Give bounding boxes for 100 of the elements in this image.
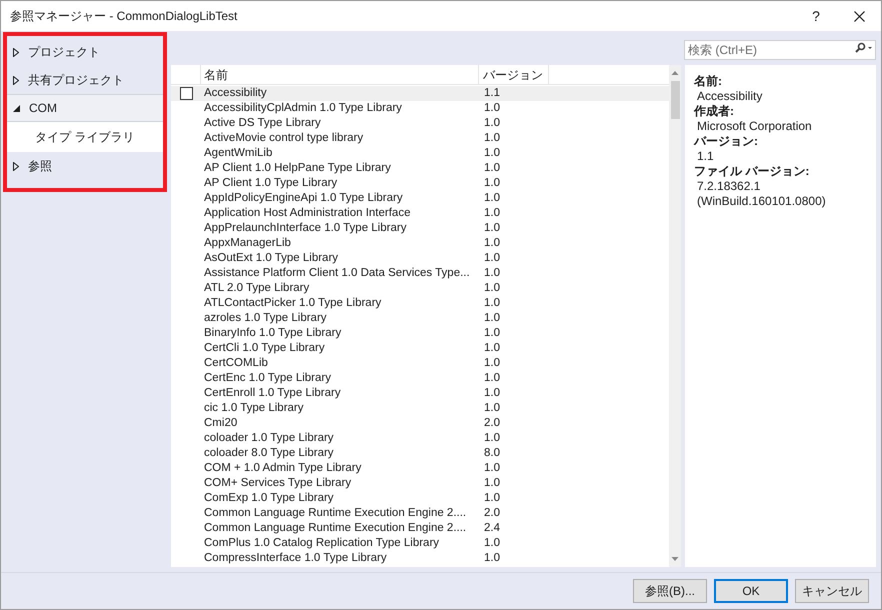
table-cell-text: AppxManagerLib [203, 236, 292, 251]
table-cell-text: Application Host Administration Interface [203, 206, 412, 221]
dialog-button[interactable]: OK [714, 579, 788, 603]
collapse-icon[interactable] [13, 104, 20, 112]
table-row[interactable]: Application Host Administration Interface 1.0 [171, 206, 669, 221]
checkbox[interactable] [180, 87, 192, 100]
table-cell-text: 1.0 [483, 236, 501, 251]
table-cell-text: Accessibility [203, 86, 268, 101]
table-row[interactable]: AppIdPolicyEngineApi 1.0 Type Library 1.0 [171, 191, 669, 206]
expand-icon[interactable] [13, 162, 19, 170]
table-row[interactable]: Cmi20 2.0 [171, 416, 669, 431]
table-cell-text: coloader 8.0 Type Library [203, 446, 335, 461]
tree-item[interactable]: タイプ ライブラリ [7, 122, 163, 152]
table-cell-text: 1.0 [483, 476, 501, 491]
table-row[interactable]: ComPlus 1.0 Catalog Replication Type Library 1.0 [171, 536, 669, 551]
table-cell-text: 1.0 [483, 161, 501, 176]
table-row[interactable]: ATL 2.0 Type Library 1.0 [171, 281, 669, 296]
table-row[interactable]: AgentWmiLib 1.0 [171, 146, 669, 161]
table-row[interactable]: Active DS Type Library 1.0 [171, 116, 669, 131]
table-row[interactable]: AP Client 1.0 HelpPane Type Library 1.0 [171, 161, 669, 176]
table-row[interactable]: AsOutExt 1.0 Type Library 1.0 [171, 251, 669, 266]
table-row[interactable]: CertEnroll 1.0 Type Library 1.0 [171, 386, 669, 401]
table-cell-text: CertCOMLib [203, 356, 269, 371]
table-row[interactable]: COM+ Services Type Library 1.0 [171, 476, 669, 491]
tree-item[interactable]: プロジェクト [7, 38, 163, 66]
column-header[interactable]: バージョン [479, 65, 549, 84]
table-row[interactable]: ComExp 1.0 Type Library 1.0 [171, 491, 669, 506]
search-icon[interactable] [853, 42, 873, 54]
table-row[interactable]: CertEnc 1.0 Type Library 1.0 [171, 371, 669, 386]
table-row[interactable]: CompressInterface 1.0 Type Library 1.0 [171, 551, 669, 566]
table-row[interactable]: ATLContactPicker 1.0 Type Library 1.0 [171, 296, 669, 311]
table-cell-text: Assistance Platform Client 1.0 Data Services Type... [203, 266, 471, 281]
table-cell-text: CertEnroll 1.0 Type Library [203, 386, 342, 401]
table-row[interactable]: CertCOMLib 1.0 [171, 356, 669, 371]
table-row[interactable]: AppxManagerLib 1.0 [171, 236, 669, 251]
table-cell-text: CertEnc 1.0 Type Library [203, 371, 332, 386]
scroll-thumb[interactable] [670, 81, 680, 119]
table-cell-text: 1.0 [483, 491, 501, 506]
table-cell-text: 1.0 [483, 221, 501, 236]
column-header[interactable]: 名前 [201, 65, 479, 84]
tree-item[interactable]: 参照 [7, 152, 163, 180]
table-row[interactable]: Common Language Runtime Execution Engine 2.... 2.0 [171, 506, 669, 521]
table-row[interactable]: cic 1.0 Type Library 1.0 [171, 401, 669, 416]
detail-label: バージョン: [694, 134, 759, 149]
table-cell-text: Cmi20 [203, 416, 238, 431]
table-cell-text: 1.0 [483, 341, 501, 356]
table-cell-text: 1.0 [483, 101, 501, 116]
table-cell-text: AP Client 1.0 Type Library [203, 176, 338, 191]
table-cell-text: CompressInterface 1.0 Type Library [203, 551, 388, 566]
table-cell-text: 1.0 [483, 356, 501, 371]
window-title: 参照マネージャー - CommonDialogLibTest [10, 8, 238, 25]
table-row[interactable]: AccessibilityCplAdmin 1.0 Type Library 1.0 [171, 101, 669, 116]
table-row[interactable]: Common Language Runtime Execution Engine 2.... 2.4 [171, 521, 669, 536]
table-cell-text: AccessibilityCplAdmin 1.0 Type Library [203, 101, 403, 116]
search-field[interactable]: 検索 (Ctrl+E) [684, 40, 876, 60]
table-cell-text: ComPlus 1.0 Catalog Replication Type Library [203, 536, 440, 551]
table-row[interactable]: AP Client 1.0 Type Library 1.0 [171, 176, 669, 191]
table-cell-text: cic 1.0 Type Library [203, 401, 305, 416]
table-cell-text: ATLContactPicker 1.0 Type Library [203, 296, 382, 311]
table-cell-text: Common Language Runtime Execution Engine 2.... [203, 506, 468, 521]
tree-item[interactable]: COM [7, 94, 163, 122]
scrollbar[interactable] [669, 65, 681, 567]
dialog-button[interactable]: 参照(B)... [633, 579, 707, 603]
table-cell-text: ActiveMovie control type library [203, 131, 364, 146]
table-cell-text: COM+ Services Type Library [203, 476, 352, 491]
table-row[interactable]: Assistance Platform Client 1.0 Data Services Type... 1.0 [171, 266, 669, 281]
expand-icon[interactable] [13, 76, 19, 84]
table-cell-text: 1.0 [483, 131, 501, 146]
table-cell-text: 1.0 [483, 401, 501, 416]
help-button[interactable]: ? [806, 6, 826, 26]
tree-item[interactable]: 共有プロジェクト [7, 66, 163, 94]
expand-icon[interactable] [13, 48, 19, 56]
detail-label: ファイル バージョン: [694, 164, 810, 179]
table-row[interactable]: COM + 1.0 Admin Type Library 1.0 [171, 461, 669, 476]
table-cell-text: COM + 1.0 Admin Type Library [203, 461, 362, 476]
table-cell-text: 1.0 [483, 251, 501, 266]
detail-value: 7.2.18362.1 [696, 179, 762, 194]
table-cell-text: CertCli 1.0 Type Library [203, 341, 326, 356]
table-row[interactable]: AppPrelaunchInterface 1.0 Type Library 1.0 [171, 221, 669, 236]
table-cell-text: 1.0 [483, 146, 501, 161]
table-row[interactable]: coloader 8.0 Type Library 8.0 [171, 446, 669, 461]
table-row[interactable]: ActiveMovie control type library 1.0 [171, 131, 669, 146]
table-cell-text: Active DS Type Library [203, 116, 322, 131]
table-row[interactable]: CertCli 1.0 Type Library 1.0 [171, 341, 669, 356]
table-cell-text: AppPrelaunchInterface 1.0 Type Library [203, 221, 408, 236]
close-icon[interactable] [854, 10, 865, 22]
table-row[interactable]: azroles 1.0 Type Library 1.0 [171, 311, 669, 326]
table-row[interactable]: Accessibility 1.1 [171, 86, 669, 101]
table-cell-text: 1.0 [483, 266, 501, 281]
table-cell-text: Common Language Runtime Execution Engine 2.... [203, 521, 468, 536]
table-cell-text: azroles 1.0 Type Library [203, 311, 328, 326]
table-row[interactable]: BinaryInfo 1.0 Type Library 1.0 [171, 326, 669, 341]
table-cell-text: 2.4 [483, 521, 501, 536]
table-row[interactable]: coloader 1.0 Type Library 1.0 [171, 431, 669, 446]
table-cell-text: 1.0 [483, 386, 501, 401]
dialog-button[interactable]: キャンセル [795, 579, 869, 603]
table-cell-text: 1.0 [483, 326, 501, 341]
table-cell-text: 8.0 [483, 446, 501, 461]
table-cell-text: 2.0 [483, 416, 501, 431]
table-cell-text: coloader 1.0 Type Library [203, 431, 335, 446]
